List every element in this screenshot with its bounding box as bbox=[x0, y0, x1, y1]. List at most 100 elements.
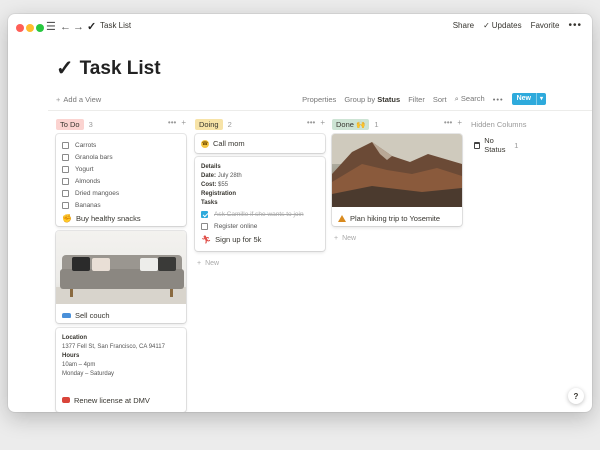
column-more-icon[interactable]: ••• bbox=[307, 118, 315, 127]
filter-button[interactable]: Filter bbox=[408, 95, 425, 104]
checklist-item[interactable]: Almonds bbox=[56, 175, 186, 187]
title-bar-actions: Share ✓ Updates Favorite ••• bbox=[453, 20, 582, 30]
hours-value: 10am – 4pm bbox=[62, 362, 96, 368]
column-add-icon[interactable]: + bbox=[457, 118, 462, 127]
status-tag-done[interactable]: Done 🙌 bbox=[332, 118, 370, 130]
column-add-icon[interactable]: + bbox=[320, 118, 325, 127]
mountain-photo bbox=[332, 134, 462, 207]
card-renew-license[interactable]: Location 1377 Fell St, San Francisco, CA… bbox=[56, 328, 186, 412]
card-hiking-trip[interactable]: Plan hiking trip to Yosemite bbox=[332, 134, 462, 226]
plus-icon: + bbox=[334, 235, 339, 242]
task-item[interactable]: Ask Camille if she wants to join bbox=[195, 208, 325, 220]
column-tools: ••• + bbox=[168, 118, 186, 127]
help-button[interactable]: ? bbox=[568, 388, 584, 404]
new-card-button-done[interactable]: + New bbox=[334, 235, 356, 242]
column-more-icon[interactable]: ••• bbox=[168, 118, 176, 127]
page-check-icon-large: ✓ bbox=[56, 57, 74, 80]
search-button[interactable]: ⌕ Search bbox=[455, 94, 485, 104]
group-by-button[interactable]: Group by Status bbox=[344, 95, 400, 104]
location-label: Location bbox=[62, 335, 87, 341]
checklist-item[interactable]: Granola bars bbox=[56, 151, 186, 163]
page-title-text[interactable]: Task List bbox=[80, 58, 161, 80]
phone-icon: ☎ bbox=[201, 139, 209, 148]
hidden-columns-header: Hidden Columns + bbox=[471, 118, 591, 130]
hidden-columns-label: Hidden Columns bbox=[471, 119, 527, 129]
column-count: 2 bbox=[227, 119, 232, 129]
status-tag-doing[interactable]: Doing bbox=[195, 118, 223, 130]
card-title: Sell couch bbox=[56, 308, 186, 322]
check-icon: ✓ bbox=[483, 21, 490, 30]
favorite-button[interactable]: Favorite bbox=[531, 21, 560, 30]
back-arrow-icon[interactable]: ← bbox=[60, 20, 71, 34]
card-sign-up-5k[interactable]: Details Date: July 28th Cost: $55 Regist… bbox=[195, 157, 325, 251]
tent-icon bbox=[338, 214, 346, 222]
hand-icon: ✊ bbox=[62, 213, 72, 223]
new-card-button-doing[interactable]: + New bbox=[197, 260, 219, 267]
page-title: ✓ Task List bbox=[56, 56, 161, 81]
tasks-label: Tasks bbox=[201, 200, 218, 206]
new-button[interactable]: New ▾ bbox=[511, 93, 546, 105]
properties-button[interactable]: Properties bbox=[302, 95, 336, 104]
couch-icon bbox=[62, 312, 71, 318]
hidden-column-no-status[interactable]: No Status 1 bbox=[474, 136, 518, 154]
forward-arrow-icon[interactable]: → bbox=[73, 20, 84, 34]
column-header-todo: To Do 3 ••• + bbox=[56, 118, 186, 130]
card-title: ☎ Call mom bbox=[201, 139, 245, 148]
checklist-item[interactable]: Yogurt bbox=[56, 163, 186, 175]
checkbox[interactable] bbox=[62, 177, 69, 185]
registration-label: Registration bbox=[201, 191, 237, 197]
task-item[interactable]: Register online bbox=[195, 220, 325, 232]
close-window-button[interactable] bbox=[16, 24, 24, 32]
column-count: 3 bbox=[88, 119, 93, 129]
card-buy-healthy-snacks[interactable]: Carrots Granola bars Yogurt Almonds Drie… bbox=[56, 134, 186, 226]
menu-icon[interactable]: ☰ bbox=[46, 20, 56, 34]
mountain-illustration bbox=[332, 134, 462, 207]
date-value: Date: July 28th bbox=[201, 173, 242, 179]
breadcrumb-title[interactable]: Task List bbox=[100, 21, 131, 30]
status-tag-todo[interactable]: To Do bbox=[56, 118, 84, 130]
toolbar-divider bbox=[48, 110, 592, 111]
cost-value: Cost: $55 bbox=[201, 182, 229, 188]
plus-icon: + bbox=[56, 95, 61, 104]
more-view-options-button[interactable]: ••• bbox=[493, 95, 504, 104]
checklist-item[interactable]: Carrots bbox=[56, 139, 186, 151]
checkbox[interactable] bbox=[62, 153, 69, 161]
car-icon bbox=[62, 397, 70, 403]
checkbox[interactable] bbox=[201, 222, 208, 230]
database-toolbar: + Add a View Properties Group by Status … bbox=[56, 93, 546, 107]
add-view-button[interactable]: + Add a View bbox=[56, 95, 101, 104]
card-title: 🏃︎ Sign up for 5k bbox=[201, 234, 262, 244]
checkbox[interactable] bbox=[62, 141, 69, 149]
sort-button[interactable]: Sort bbox=[433, 95, 447, 104]
days-value: Monday – Saturday bbox=[62, 371, 115, 377]
column-header-done: Done 🙌 1 ••• + bbox=[332, 118, 462, 130]
updates-button[interactable]: ✓ Updates bbox=[483, 21, 522, 30]
checkbox-checked[interactable] bbox=[201, 210, 208, 218]
checklist-item[interactable]: Dried mangoes bbox=[56, 187, 186, 199]
card-title: Renew license at DMV bbox=[56, 393, 186, 407]
share-button[interactable]: Share bbox=[453, 21, 474, 30]
page-check-icon: ✓ bbox=[87, 21, 97, 33]
card-sell-couch[interactable]: Sell couch bbox=[56, 231, 186, 323]
couch-illustration bbox=[56, 255, 186, 304]
checkbox[interactable] bbox=[62, 165, 69, 173]
checkbox[interactable] bbox=[62, 189, 69, 197]
column-more-icon[interactable]: ••• bbox=[444, 118, 452, 127]
hours-label: Hours bbox=[62, 353, 80, 359]
checkbox[interactable] bbox=[62, 201, 69, 209]
minimize-window-button[interactable] bbox=[26, 24, 34, 32]
card-title: Plan hiking trip to Yosemite bbox=[332, 211, 462, 225]
runner-icon: 🏃︎ bbox=[201, 234, 212, 244]
checklist-item[interactable]: Bananas bbox=[56, 199, 186, 211]
maximize-window-button[interactable] bbox=[36, 24, 44, 32]
column-tools: ••• + bbox=[444, 118, 462, 127]
details-label: Details bbox=[201, 164, 221, 170]
chevron-down-icon[interactable]: ▾ bbox=[535, 93, 546, 105]
card-call-mom[interactable]: ☎ Call mom bbox=[195, 134, 325, 153]
column-add-icon[interactable]: + bbox=[181, 118, 186, 127]
column-count: 1 bbox=[374, 119, 379, 129]
more-options-button[interactable]: ••• bbox=[568, 20, 582, 30]
location-value: 1377 Fell St, San Francisco, CA 94117 bbox=[62, 344, 165, 350]
couch-photo bbox=[56, 231, 186, 304]
title-bar: ☰ ← → ✓ Task List Share ✓ Updates Favorit… bbox=[8, 14, 592, 42]
